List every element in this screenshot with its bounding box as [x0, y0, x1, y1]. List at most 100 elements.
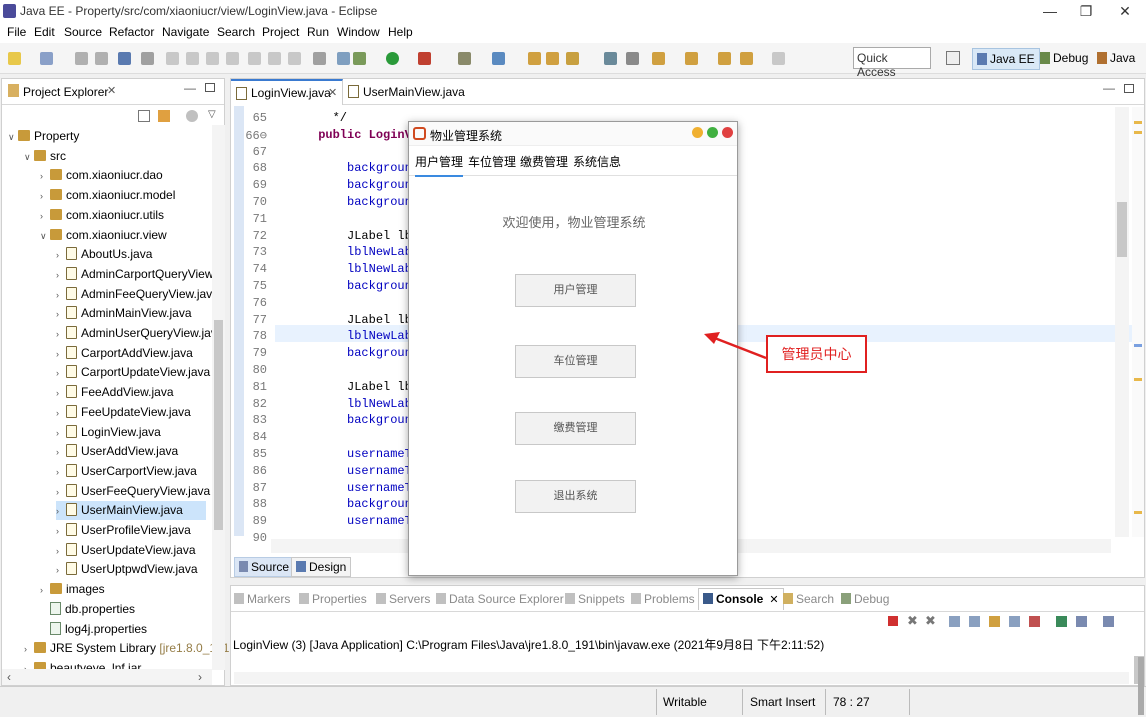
- chevron-right-icon[interactable]: ›: [40, 207, 50, 226]
- tab-usermainview[interactable]: UserMainView.java: [344, 79, 465, 105]
- chevron-right-icon[interactable]: ›: [56, 404, 66, 423]
- tree-item[interactable]: › AdminMainView.java: [56, 304, 192, 323]
- step-into-icon[interactable]: [248, 52, 261, 65]
- tab-search[interactable]: Search: [783, 592, 834, 606]
- search-tool-icon[interactable]: [566, 52, 579, 65]
- chevron-down-icon[interactable]: ∨: [8, 128, 18, 147]
- filter-icon[interactable]: [186, 110, 198, 122]
- chevron-right-icon[interactable]: ›: [56, 502, 66, 521]
- new-server-icon[interactable]: [458, 52, 471, 65]
- maximize-button[interactable]: ❐: [1071, 2, 1101, 22]
- link-editor-icon[interactable]: [158, 110, 170, 122]
- open-type-icon[interactable]: [528, 52, 541, 65]
- chevron-right-icon[interactable]: ›: [40, 167, 50, 186]
- tab-carport-management[interactable]: 车位管理: [468, 153, 516, 170]
- terminate-icon[interactable]: [888, 616, 898, 626]
- menu-file[interactable]: File: [7, 25, 26, 39]
- remove-all-icon[interactable]: ✖: [925, 613, 936, 629]
- fee-management-button[interactable]: 缴费管理: [515, 412, 636, 445]
- user-management-button[interactable]: 用户管理: [515, 274, 636, 307]
- tab-loginview[interactable]: LoginView.java ✕: [231, 79, 343, 105]
- exit-system-button[interactable]: 退出系统: [515, 480, 636, 513]
- tree-item[interactable]: › UserUptpwdView.java: [56, 560, 198, 579]
- chevron-down-icon[interactable]: ∨: [40, 227, 50, 246]
- chevron-right-icon[interactable]: ›: [56, 463, 66, 482]
- tree-item[interactable]: › LoginView.java: [56, 423, 161, 442]
- forward-icon[interactable]: [772, 52, 785, 65]
- tab-markers[interactable]: Markers: [234, 592, 290, 606]
- open-task-icon[interactable]: [546, 52, 559, 65]
- tab-snippets[interactable]: Snippets: [565, 592, 625, 606]
- tree-item[interactable]: › UserProfileView.java: [56, 521, 191, 540]
- code-line[interactable]: */: [275, 111, 347, 125]
- tree-item[interactable]: ∨ com.xiaoniucr.view: [40, 226, 167, 245]
- close-icon[interactable]: ✕: [769, 594, 778, 606]
- chevron-right-icon[interactable]: ›: [40, 187, 50, 206]
- quick-access-input[interactable]: Quick Access: [853, 47, 931, 79]
- minimize-view-icon[interactable]: —: [1103, 81, 1115, 95]
- menu-run[interactable]: Run: [307, 25, 329, 39]
- suspend-icon[interactable]: [186, 52, 199, 65]
- chevron-right-icon[interactable]: ›: [56, 443, 66, 462]
- run-icon[interactable]: [386, 52, 399, 65]
- tree-scroll-thumb[interactable]: [214, 320, 223, 530]
- chevron-right-icon[interactable]: ›: [56, 345, 66, 364]
- open-perspective-icon[interactable]: [946, 51, 960, 65]
- maximize-view-icon[interactable]: [1124, 84, 1134, 93]
- tree-item[interactable]: ∨ Property: [8, 127, 79, 146]
- perspective-java[interactable]: Java: [1093, 48, 1139, 70]
- menu-edit[interactable]: Edit: [34, 25, 55, 39]
- word-wrap-icon[interactable]: [989, 616, 1000, 627]
- remove-launch-icon[interactable]: ✖: [907, 613, 918, 629]
- perspective-debug[interactable]: Debug: [1036, 48, 1092, 70]
- clear-console-icon[interactable]: [949, 616, 960, 627]
- external-tools-icon[interactable]: [418, 52, 431, 65]
- tree-item[interactable]: › CarportUpdateView.java: [56, 363, 210, 382]
- tree-item[interactable]: › UserMainView.java: [56, 501, 206, 521]
- dialog-maximize-button[interactable]: [707, 127, 718, 138]
- tree-vertical-scrollbar[interactable]: [212, 125, 225, 670]
- editor-scroll-thumb[interactable]: [1117, 202, 1127, 257]
- chevron-right-icon[interactable]: ›: [56, 286, 66, 305]
- minimize-view-icon[interactable]: —: [184, 81, 196, 95]
- chevron-right-icon[interactable]: ›: [56, 561, 66, 580]
- tree-item[interactable]: › FeeAddView.java: [56, 383, 174, 402]
- dialog-minimize-button[interactable]: [692, 127, 703, 138]
- step-over-icon[interactable]: [268, 52, 281, 65]
- terminate-icon[interactable]: [206, 52, 219, 65]
- scroll-lock-icon[interactable]: [969, 616, 980, 627]
- new-icon[interactable]: [8, 52, 21, 65]
- disconnect-icon[interactable]: [226, 52, 239, 65]
- menu-project[interactable]: Project: [262, 25, 299, 39]
- tab-system-info[interactable]: 系统信息: [573, 153, 621, 170]
- pin-console-icon[interactable]: [1056, 616, 1067, 627]
- tab-console[interactable]: Console ✕: [698, 588, 784, 610]
- show-stderr-icon[interactable]: [1029, 616, 1040, 627]
- chevron-right-icon[interactable]: ›: [24, 640, 34, 659]
- tree-item[interactable]: › CarportAddView.java: [56, 344, 193, 363]
- last-edit-icon[interactable]: [685, 52, 698, 65]
- resume-icon[interactable]: [166, 52, 179, 65]
- tree-item[interactable]: › UserCarportView.java: [56, 462, 197, 481]
- chevron-right-icon[interactable]: ›: [56, 522, 66, 541]
- tree-item[interactable]: › AdminUserQueryView.jav: [56, 324, 217, 343]
- collapse-all-icon[interactable]: [138, 110, 150, 122]
- close-icon[interactable]: ✕: [107, 84, 116, 97]
- tab-servers[interactable]: Servers: [376, 592, 430, 606]
- chevron-right-icon[interactable]: ›: [56, 305, 66, 324]
- tab-debug[interactable]: Debug: [841, 592, 889, 606]
- tree-item[interactable]: ∨ src: [24, 147, 66, 166]
- dialog-close-button[interactable]: [722, 127, 733, 138]
- close-icon[interactable]: ✕: [328, 86, 337, 99]
- chevron-right-icon[interactable]: ›: [56, 424, 66, 443]
- project-explorer-title[interactable]: Project Explorer: [23, 85, 108, 99]
- open-console-icon[interactable]: [1103, 616, 1114, 627]
- prev-icon[interactable]: [740, 52, 753, 65]
- tree-item[interactable]: db.properties: [40, 600, 135, 619]
- menu-refactor[interactable]: Refactor: [109, 25, 154, 39]
- new-java-class-icon[interactable]: [492, 52, 505, 65]
- tab-data-source-explorer[interactable]: Data Source Explorer: [436, 592, 564, 606]
- step-return-icon[interactable]: [288, 52, 301, 65]
- chevron-right-icon[interactable]: ›: [56, 384, 66, 403]
- tab-problems[interactable]: Problems: [631, 592, 695, 606]
